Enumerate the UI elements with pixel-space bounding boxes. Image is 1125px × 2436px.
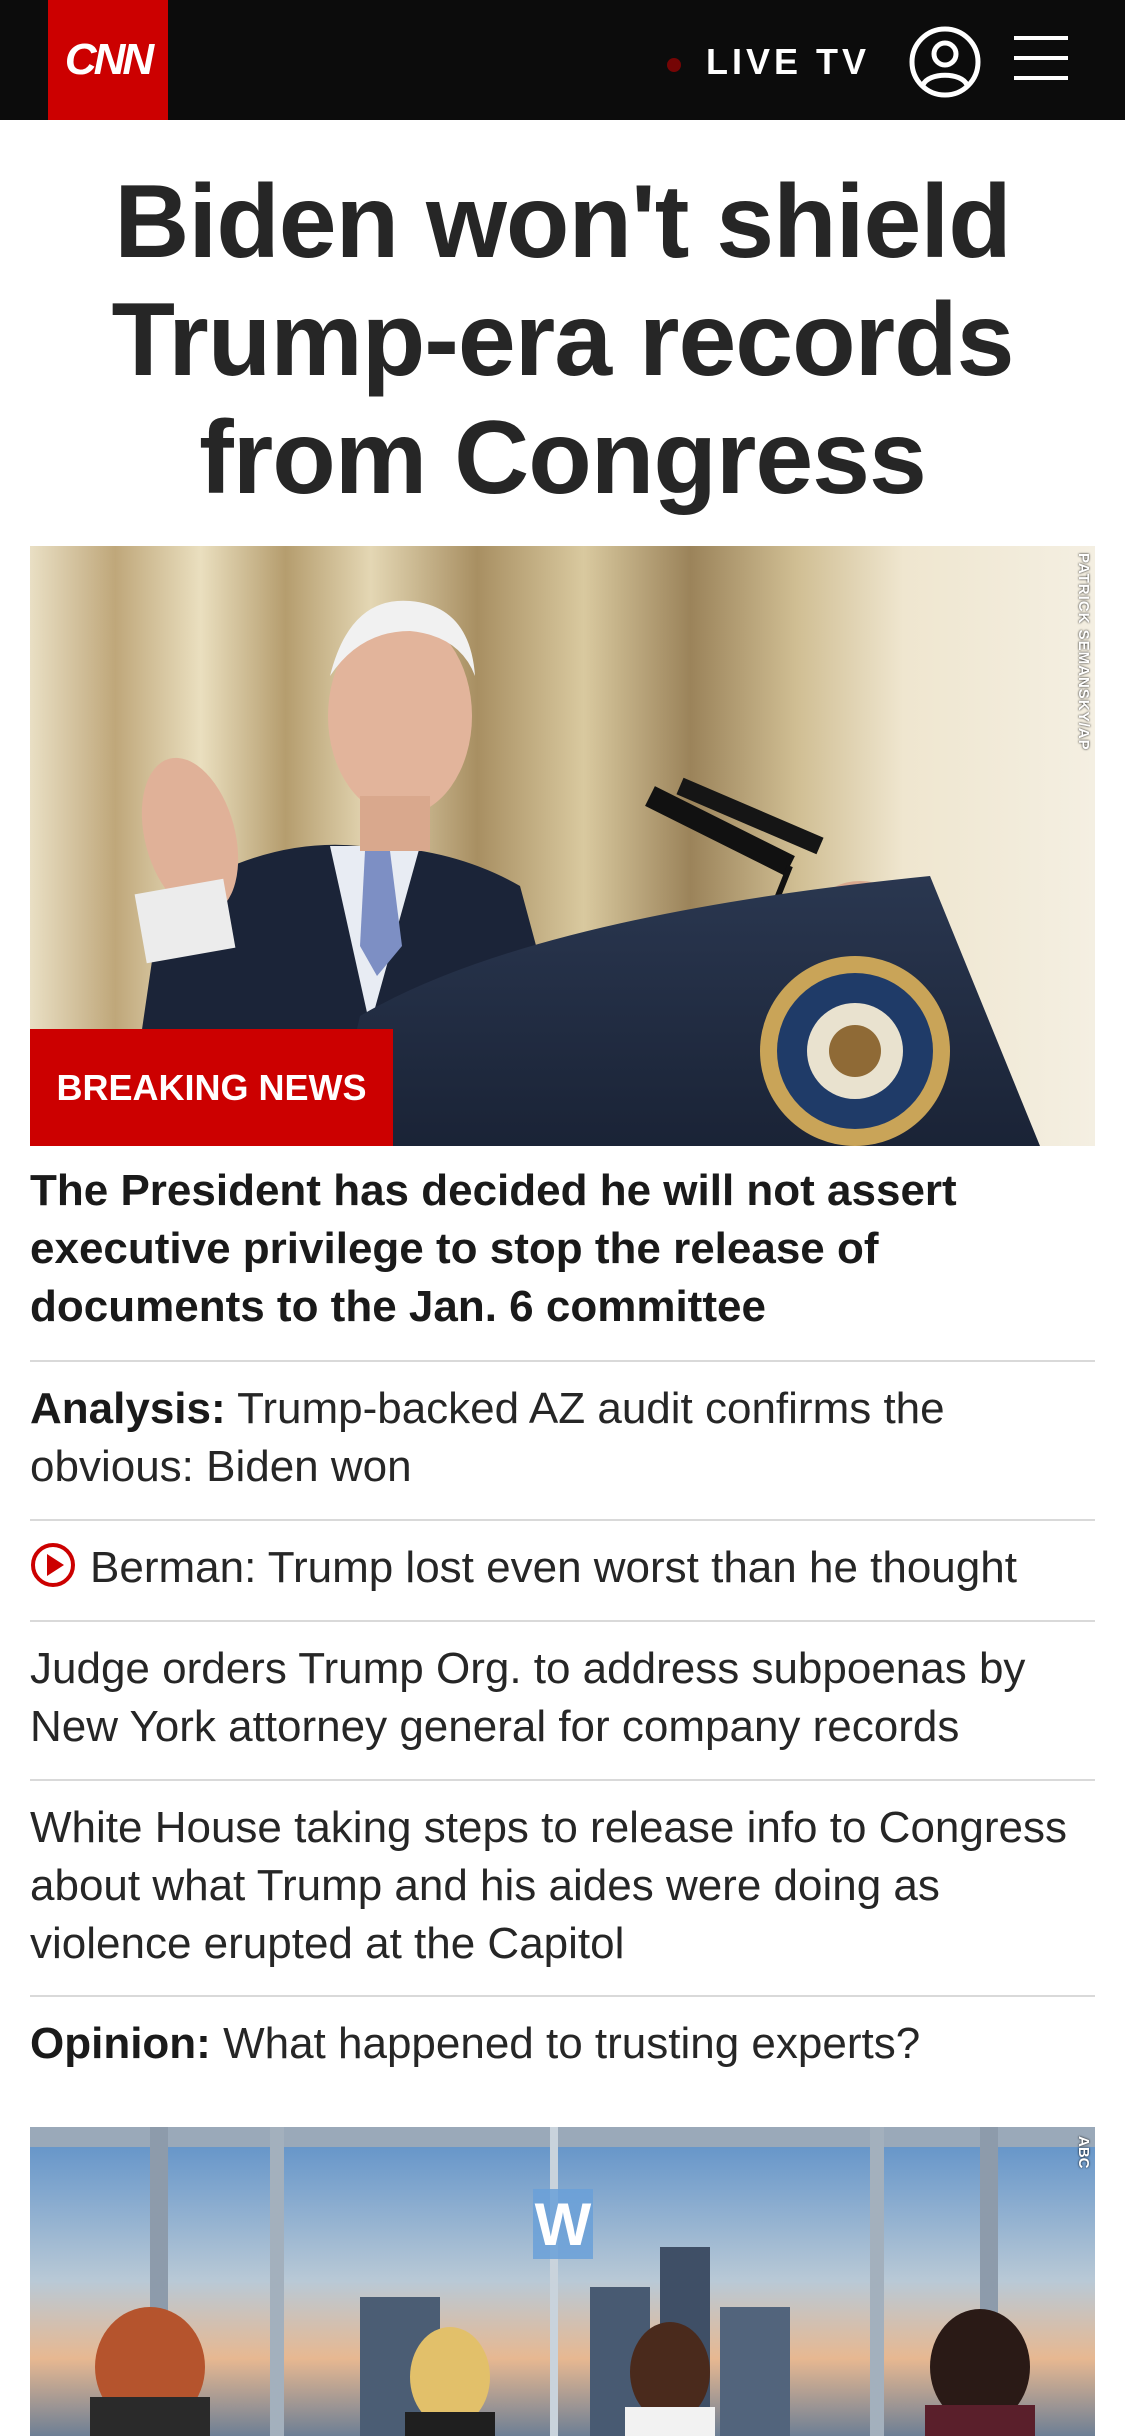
lead-headline[interactable]: Biden won't shield Trump-era records fro… [40,163,1085,517]
story-text: Judge orders Trump Org. to address subpo… [30,1644,1026,1751]
story-text: Berman: Trump lost even worst than he th… [90,1543,1017,1592]
divider [30,1519,1095,1521]
story-text: White House taking steps to release info… [30,1803,1067,1968]
story-link[interactable]: White House taking steps to release info… [30,1799,1100,1973]
divider [30,1620,1095,1622]
logo-text: CNN [64,35,154,84]
photo-credit: PATRICK SEMANSKY/AP [1075,553,1092,751]
story-link[interactable]: Judge orders Trump Org. to address subpo… [30,1640,1100,1756]
cnn-logo[interactable]: CNN [48,0,168,120]
photo-credit: ABC [1075,2136,1092,2169]
live-tv-link[interactable]: LIVE TV [706,40,870,84]
divider [30,1995,1095,1997]
story-link-opinion[interactable]: Opinion: What happened to trusting exper… [30,2015,1100,2073]
story-link-video[interactable]: Berman: Trump lost even worst than he th… [30,1539,1100,1597]
story-link-analysis[interactable]: Analysis: Trump-backed AZ audit confirms… [30,1380,1100,1496]
story-text: What happened to trusting experts? [223,2019,921,2068]
menu-icon[interactable] [1014,32,1068,84]
svg-text:W: W [535,2191,592,2258]
divider [30,1779,1095,1781]
secondary-photo-illustration: W [30,2127,1095,2436]
breaking-news-badge: BREAKING NEWS [30,1029,393,1146]
live-indicator-dot [667,58,681,72]
secondary-story-image[interactable]: W [30,2127,1095,2436]
top-nav-bar: CNN LIVE TV [0,0,1125,120]
lead-story-summary[interactable]: The President has decided he will not as… [30,1162,1100,1336]
story-kicker: Opinion: [30,2019,211,2068]
video-play-icon [31,1543,75,1587]
divider [30,1360,1095,1362]
story-kicker: Analysis: [30,1384,226,1433]
account-icon[interactable] [908,25,982,99]
